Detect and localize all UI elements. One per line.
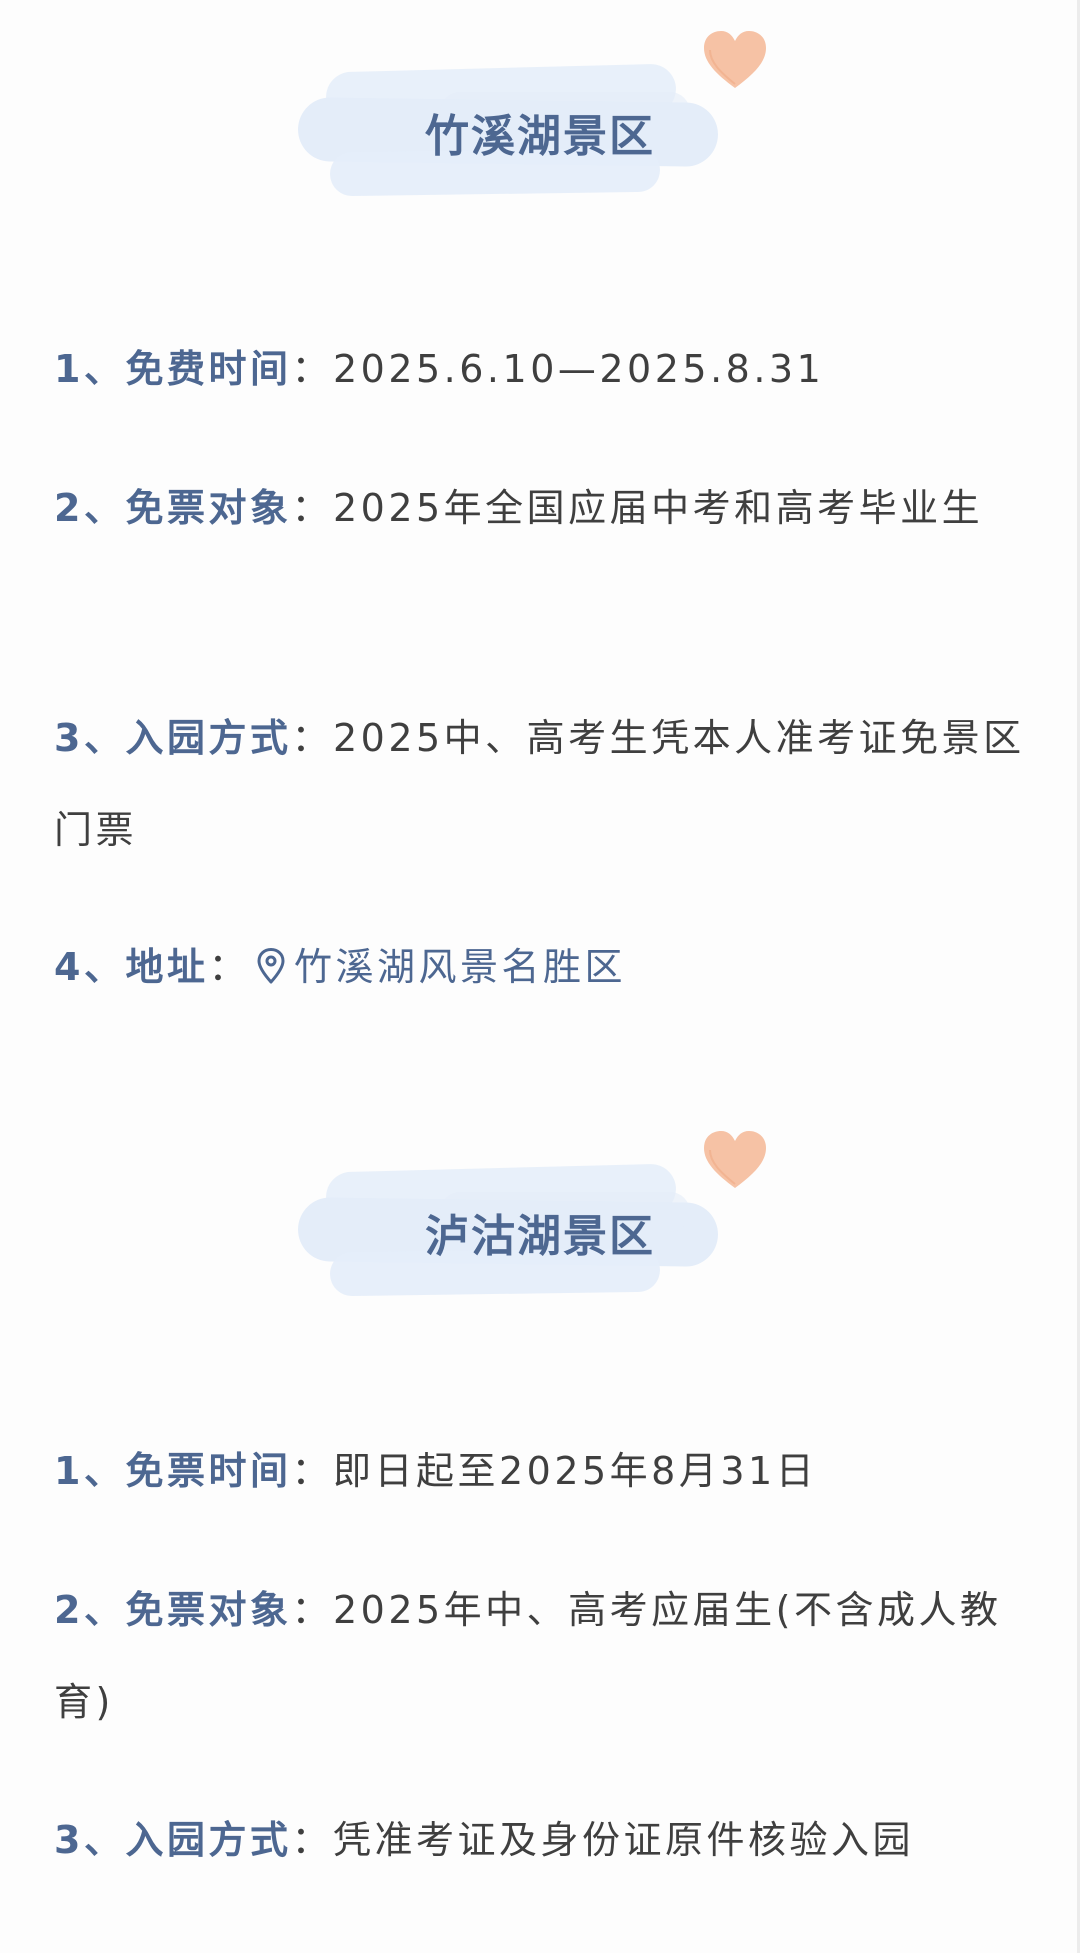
item-separator: ： — [291, 486, 333, 530]
item-value: 2025年全国应届中考和高考毕业生 — [332, 486, 984, 530]
list-item-entry-method: 3、入园方式：凭准考证及身份证原件核验入园 — [54, 1794, 1029, 1886]
item-value: 即日起至2025年8月31日 — [332, 1449, 818, 1493]
heart-icon — [704, 31, 766, 88]
item-label: 2、免票对象 — [54, 486, 292, 530]
list-item-free-time: 1、免费时间：2025.6.10—2025.8.31 — [54, 323, 1029, 415]
list-item-entry-method: 3、入园方式：2025中、高考生凭本人准考证免景区门票 — [54, 692, 1029, 876]
item-separator: ： — [291, 347, 333, 391]
item-value: 2025.6.10—2025.8.31 — [332, 347, 825, 391]
item-label: 3、入园方式 — [54, 716, 292, 760]
list-item-free-time: 1、免票时间：即日起至2025年8月31日 — [54, 1425, 1029, 1517]
section-title-banner: 泸沽湖景区 — [290, 1128, 800, 1298]
item-label: 2、免票对象 — [54, 1588, 292, 1632]
list-item-eligible-persons: 2、免票对象：2025年中、高考应届生(不含成人教育) — [54, 1564, 1029, 1748]
address-link[interactable]: 竹溪湖风景名胜区 — [294, 945, 626, 989]
section-title: 竹溪湖景区 — [425, 111, 655, 162]
item-label: 1、免费时间 — [54, 347, 292, 391]
item-separator: ： — [291, 1449, 333, 1493]
section-title-banner: 竹溪湖景区 — [290, 28, 800, 198]
item-label: 3、入园方式 — [54, 1818, 292, 1862]
item-value: 凭准考证及身份证原件核验入园 — [332, 1818, 914, 1862]
item-label: 4、地址 — [54, 945, 209, 989]
item-label: 1、免票时间 — [54, 1449, 292, 1493]
item-separator: ： — [291, 716, 333, 760]
list-item-address: 4、地址： 竹溪湖风景名胜区 — [54, 921, 1029, 1013]
heart-icon — [704, 1131, 766, 1188]
section-title: 泸沽湖景区 — [425, 1211, 655, 1262]
item-separator: ： — [291, 1818, 333, 1862]
item-separator: ： — [208, 945, 250, 989]
item-separator: ： — [291, 1588, 333, 1632]
list-item-eligible-persons: 2、免票对象：2025年全国应届中考和高考毕业生 — [54, 462, 1029, 554]
location-pin-icon — [257, 948, 285, 984]
